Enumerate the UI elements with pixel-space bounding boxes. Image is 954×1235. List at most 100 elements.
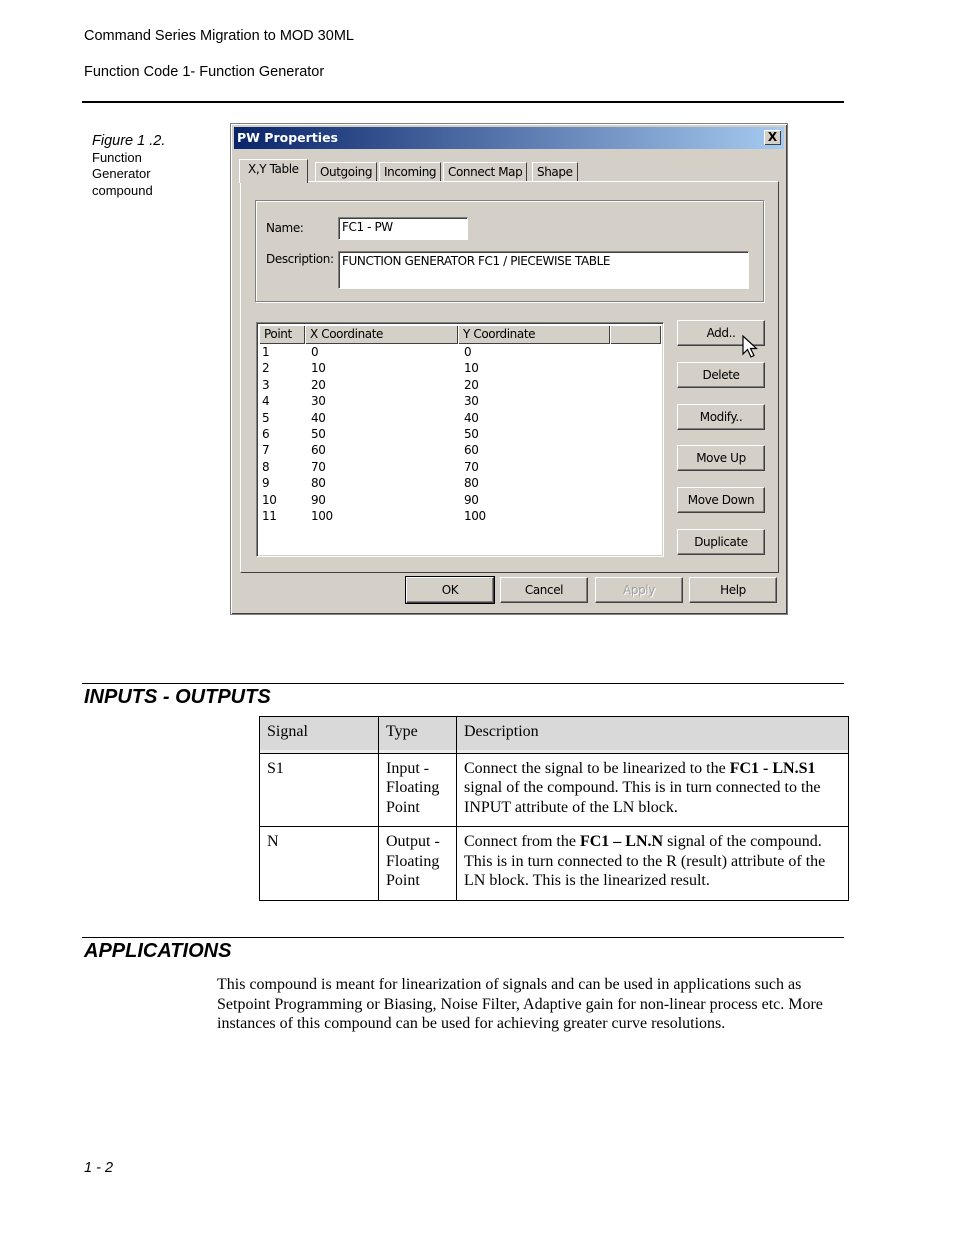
x-value: 100: [311, 508, 333, 523]
column-header-blank[interactable]: [610, 325, 661, 344]
description-input[interactable]: FUNCTION GENERATOR FC1 / PIECEWISE TABLE: [338, 251, 749, 289]
header-divider: [82, 101, 844, 103]
caption-line: Generator: [92, 166, 151, 181]
modify-button[interactable]: Modify..: [677, 404, 765, 430]
name-label: Name:: [266, 221, 304, 235]
close-icon[interactable]: X: [764, 130, 781, 145]
list-item[interactable]: 9 80 80: [259, 475, 661, 491]
list-item[interactable]: 2 10 10: [259, 360, 661, 376]
list-header: Point X Coordinate Y Coordinate: [259, 325, 661, 344]
signal-reference: FC1 - LN.S1: [729, 759, 816, 777]
column-header-type: Type: [378, 716, 457, 754]
list-item[interactable]: 7 60 60: [259, 442, 661, 458]
y-value: 0: [464, 345, 472, 359]
type-line: Point: [386, 872, 420, 889]
list-item[interactable]: 5 40 40: [259, 410, 661, 426]
apply-button[interactable]: Apply: [595, 577, 683, 603]
column-header-y[interactable]: Y Coordinate: [458, 325, 610, 344]
tab-outgoing[interactable]: Outgoing: [315, 162, 378, 182]
description-cell: Connect the signal to be linearized to t…: [456, 752, 849, 827]
tab-shape[interactable]: Shape: [532, 162, 578, 182]
point-value: 8: [262, 459, 270, 474]
type-cell: Output - Floating Point: [378, 826, 457, 901]
xy-point-list[interactable]: Point X Coordinate Y Coordinate 1 0 0 2 10 10…: [256, 322, 664, 557]
mouse-cursor-icon: [742, 335, 759, 358]
point-value: 4: [262, 394, 270, 409]
list-item[interactable]: 4 30 30: [259, 393, 661, 409]
type-cell: Input - Floating Point: [378, 752, 457, 827]
description-cell: Connect from the FC1 – LN.N signal of th…: [456, 826, 849, 901]
applications-paragraph: This compound is meant for linearization…: [217, 976, 823, 1032]
description-text: signal of the compound. This is in turn …: [464, 779, 821, 816]
section-divider: [82, 683, 844, 684]
tab-incoming[interactable]: Incoming: [379, 162, 442, 182]
properties-group: Name: FC1 - PW Description: FUNCTION GEN…: [255, 200, 764, 302]
list-rows: 1 0 0 2 10 10 3 20 20 4 30 30 5 40 40 6 50 50 7 60 60 8 70 70 9 8…: [259, 344, 661, 524]
caption-line: Function: [92, 149, 142, 165]
section-divider: [82, 937, 844, 938]
section-title: Function Code 1- Function Generator: [84, 64, 325, 80]
xy-table-panel: Name: FC1 - PW Description: FUNCTION GEN…: [240, 181, 779, 573]
delete-button[interactable]: Delete: [677, 362, 765, 388]
y-value: 80: [464, 476, 479, 491]
list-item[interactable]: 6 50 50: [259, 426, 661, 442]
description-text: Connect the signal to be linearized to t…: [464, 759, 730, 777]
figure-number: Figure 1 .2.: [92, 133, 166, 149]
point-value: 7: [262, 443, 270, 458]
x-value: 0: [311, 345, 319, 359]
column-header-x[interactable]: X Coordinate: [305, 325, 458, 344]
inputs-outputs-table: Signal Type Description S1 Input - Float…: [259, 716, 849, 901]
point-value: 5: [262, 410, 270, 425]
x-value: 80: [311, 476, 326, 491]
tab-connect-map[interactable]: Connect Map: [443, 162, 528, 182]
tab-xy-table[interactable]: X,Y Table: [239, 159, 308, 183]
inputs-outputs-heading: INPUTS - OUTPUTS: [84, 686, 271, 708]
x-value: 20: [311, 377, 326, 392]
column-header-point[interactable]: Point: [259, 325, 305, 344]
type-line: Output -: [386, 833, 440, 850]
x-value: 40: [311, 410, 326, 425]
pw-properties-dialog: PW Properties X X,Y Table Outgoing Incom…: [230, 123, 788, 615]
y-value: 20: [464, 377, 479, 392]
x-value: 60: [311, 443, 326, 458]
list-item[interactable]: 1 0 0: [259, 344, 661, 360]
signal-cell: S1: [259, 752, 379, 827]
dialog-titlebar[interactable]: PW Properties X: [234, 127, 784, 149]
table-row: S1 Input - Floating Point Connect the si…: [259, 752, 849, 827]
point-value: 6: [262, 426, 270, 441]
list-item[interactable]: 8 70 70: [259, 459, 661, 475]
caption-line: compound: [92, 182, 153, 198]
point-value: 11: [262, 508, 277, 523]
table-header-row: Signal Type Description: [259, 716, 849, 754]
point-value: 2: [262, 361, 270, 376]
x-value: 50: [311, 426, 326, 441]
point-value: 10: [262, 492, 277, 507]
move-up-button[interactable]: Move Up: [677, 445, 765, 471]
column-header-signal: Signal: [259, 716, 379, 754]
type-line: Floating: [386, 852, 440, 870]
x-value: 10: [311, 361, 326, 376]
duplicate-button[interactable]: Duplicate: [677, 529, 765, 555]
y-value: 90: [464, 492, 479, 507]
list-item[interactable]: 10 90 90: [259, 492, 661, 508]
help-button[interactable]: Help: [689, 577, 777, 603]
ok-button[interactable]: OK: [405, 576, 495, 604]
column-header-description: Description: [456, 716, 849, 754]
figure-caption: Figure 1 .2. Function Generator compound: [92, 133, 165, 199]
list-item[interactable]: 11 100 100: [259, 508, 661, 524]
description-label: Description:: [266, 252, 334, 266]
signal-cell: N: [259, 826, 379, 901]
cancel-button[interactable]: Cancel: [500, 577, 588, 603]
type-line: Point: [386, 798, 420, 816]
y-value: 100: [464, 508, 486, 523]
point-value: 3: [262, 377, 270, 392]
y-value: 50: [464, 426, 479, 441]
type-line: Floating: [386, 779, 440, 796]
y-value: 10: [464, 361, 479, 376]
list-item[interactable]: 3 20 20: [259, 377, 661, 393]
y-value: 60: [464, 443, 479, 458]
x-value: 30: [311, 394, 326, 409]
document-title: Command Series Migration to MOD 30ML: [84, 28, 354, 44]
move-down-button[interactable]: Move Down: [677, 487, 765, 513]
name-input[interactable]: FC1 - PW: [338, 217, 468, 240]
